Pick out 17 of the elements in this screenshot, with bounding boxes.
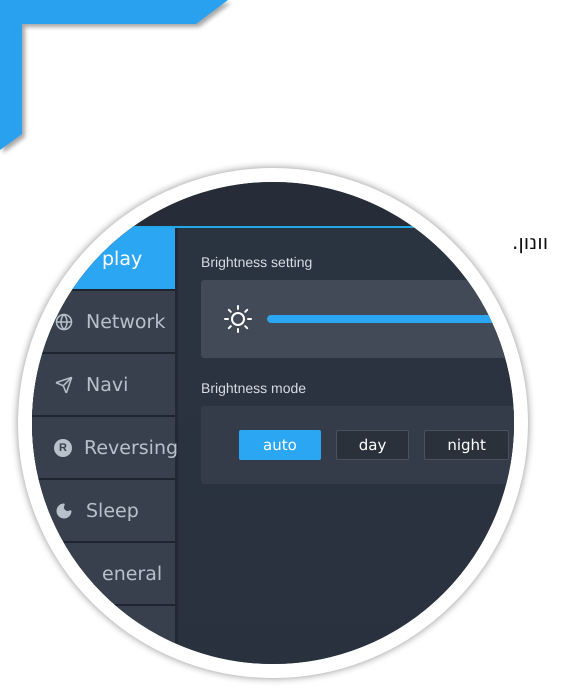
- sidebar-item-label: play: [102, 248, 142, 270]
- sidebar-item[interactable]: Navi: [32, 354, 175, 417]
- sidebar-item-label: Sleep: [86, 500, 139, 522]
- section-title: Brightness setting: [201, 254, 314, 270]
- sidebar-item-label: Network: [86, 310, 166, 332]
- caption-text: וונון.: [512, 230, 548, 254]
- letter-badge-icon: R: [54, 438, 72, 456]
- paper-plane-icon: [55, 376, 73, 394]
- mode-button[interactable]: night: [424, 430, 509, 460]
- sidebar-item[interactable]: R Reversing: [32, 417, 175, 480]
- sidebar-item-label: Navi: [86, 374, 128, 396]
- section-title: Brightness mode: [201, 380, 308, 396]
- sidebar-item-label: eneral: [102, 562, 162, 584]
- mode-button[interactable]: day: [336, 430, 410, 460]
- moon-icon: [55, 502, 73, 520]
- globe-icon: [55, 312, 73, 330]
- sun-icon: [223, 304, 253, 334]
